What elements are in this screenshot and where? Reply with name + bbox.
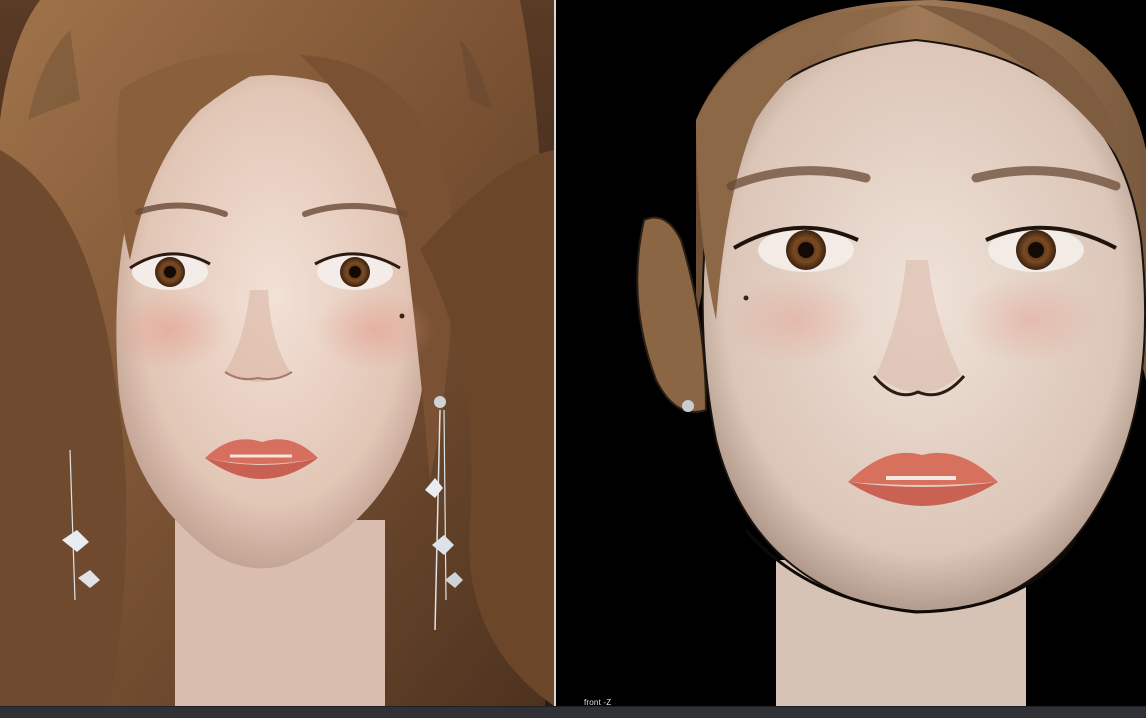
render-preview-pane: [0, 0, 554, 706]
sculpt-viewport[interactable]: [556, 0, 1146, 706]
sculpt-head-model: [556, 0, 1146, 706]
status-bar: [0, 706, 1146, 718]
render-portrait-image: [0, 0, 554, 706]
